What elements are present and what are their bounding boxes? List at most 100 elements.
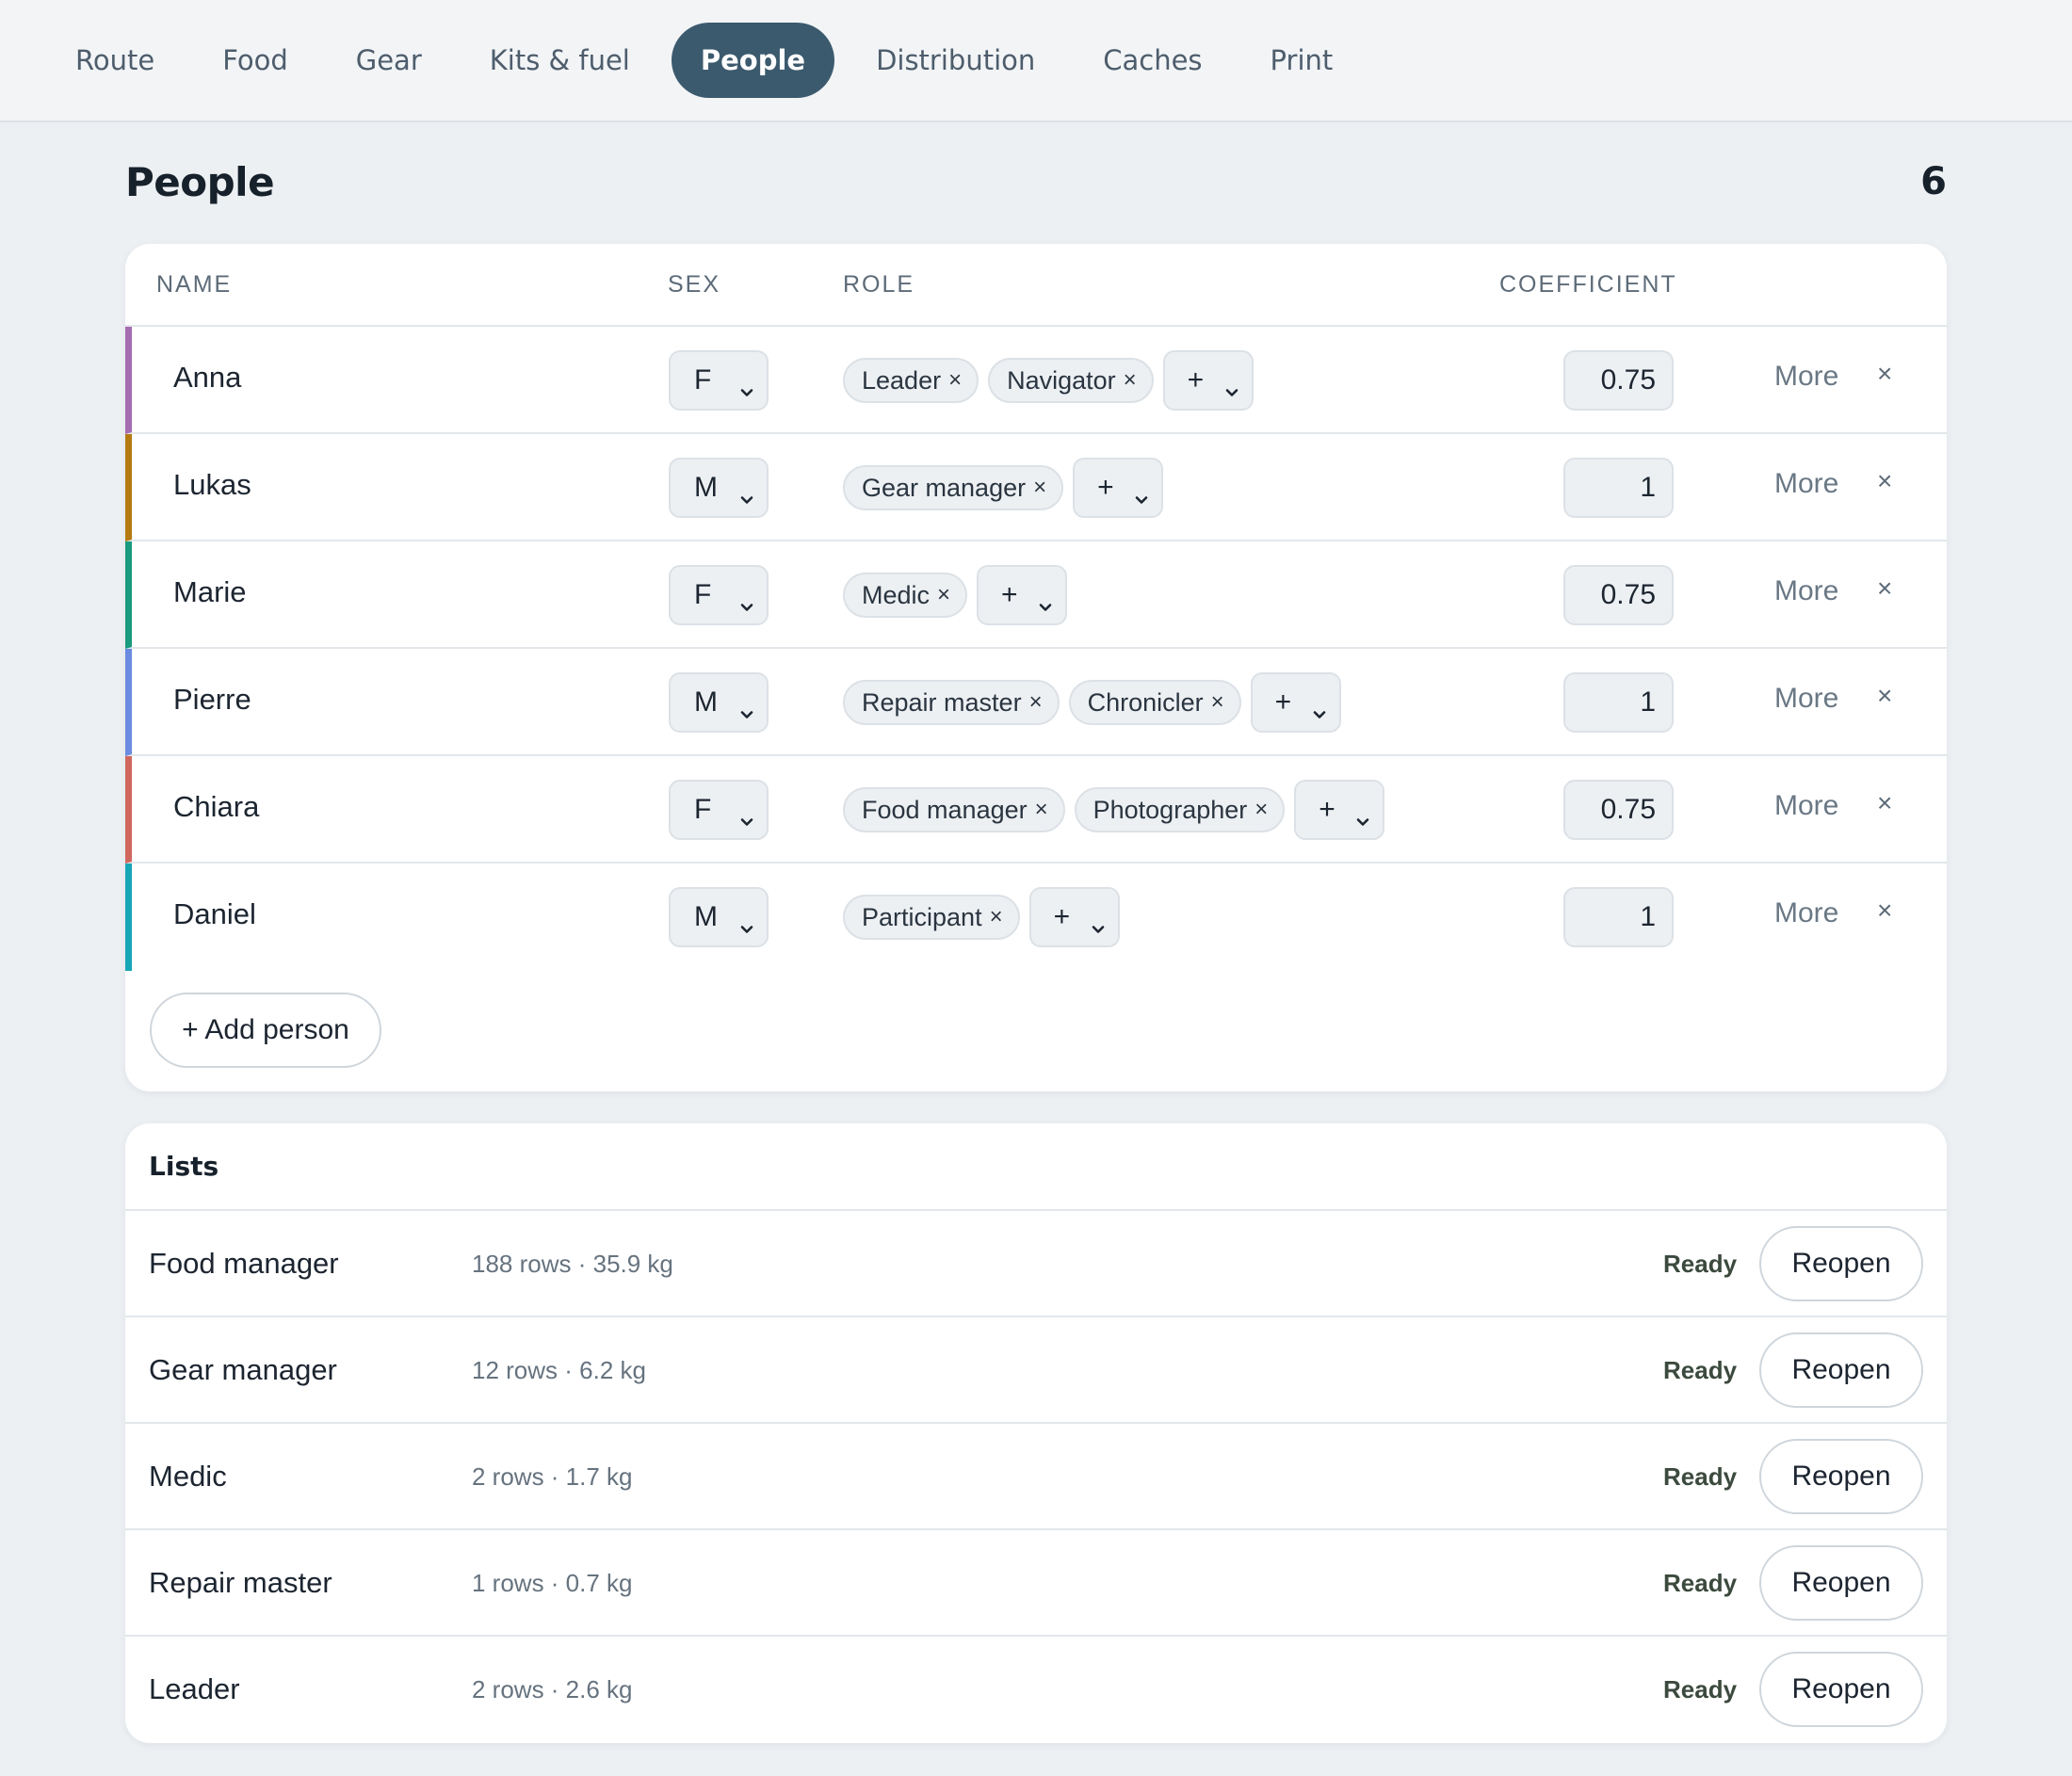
close-icon[interactable]: × [990, 904, 1003, 930]
close-icon[interactable]: × [1029, 689, 1043, 716]
more-button[interactable]: More [1774, 790, 1838, 822]
chevron-down-icon [740, 804, 753, 826]
role-chip[interactable]: Leader × [843, 358, 979, 403]
add-role-select[interactable]: + [977, 565, 1068, 625]
table-row: Anna F Leader × Navigator × +0.75 More × [125, 327, 1947, 434]
table-row: Lukas M Gear manager × +1 More × [125, 434, 1947, 541]
list-name: Gear manager [149, 1353, 337, 1386]
status-badge: Ready [1663, 1250, 1738, 1278]
sex-value: F [694, 794, 712, 825]
reopen-button[interactable]: Reopen [1759, 1545, 1923, 1621]
close-icon[interactable]: × [1035, 797, 1048, 823]
more-button[interactable]: More [1774, 468, 1838, 500]
column-header-sex: SEX [668, 270, 721, 298]
more-button[interactable]: More [1774, 361, 1838, 393]
list-item: Food manager 188 rows · 35.9 kg Ready Reope… [125, 1211, 1947, 1317]
remove-person-icon[interactable]: × [1877, 573, 1892, 604]
list-meta: 2 rows · 2.6 kg [472, 1675, 633, 1703]
list-meta: 188 rows · 35.9 kg [472, 1250, 673, 1278]
list-name: Food manager [149, 1247, 339, 1280]
sex-select[interactable]: F [669, 780, 769, 840]
role-chip-label: Chronicler [1087, 687, 1204, 717]
coefficient-input[interactable]: 0.75 [1563, 350, 1674, 411]
tab-distribution[interactable]: Distribution [850, 23, 1061, 98]
coefficient-input[interactable]: 1 [1563, 672, 1674, 733]
remove-person-icon[interactable]: × [1877, 466, 1892, 496]
sex-select[interactable]: F [669, 350, 769, 411]
person-name: Lukas [173, 468, 251, 501]
sex-value: M [694, 472, 718, 503]
coefficient-value: 0.75 [1600, 794, 1656, 825]
coefficient-input[interactable]: 1 [1563, 458, 1674, 518]
close-icon[interactable]: × [1211, 689, 1224, 716]
tab-food[interactable]: Food [196, 23, 315, 98]
remove-person-icon[interactable]: × [1877, 359, 1892, 389]
sex-select[interactable]: M [669, 887, 769, 947]
person-name: Pierre [173, 683, 251, 716]
close-icon[interactable]: × [1033, 475, 1046, 501]
tab-route[interactable]: Route [49, 23, 181, 98]
more-button[interactable]: More [1774, 897, 1838, 929]
list-name: Medic [149, 1460, 227, 1493]
close-icon[interactable]: × [1255, 797, 1268, 823]
close-icon[interactable]: × [937, 582, 950, 608]
remove-person-icon[interactable]: × [1877, 681, 1892, 711]
add-role-select[interactable]: + [1294, 780, 1385, 840]
plus-icon: + [1053, 901, 1071, 932]
coefficient-value: 0.75 [1600, 364, 1656, 396]
role-chip[interactable]: Navigator × [988, 358, 1154, 403]
people-rows: Anna F Leader × Navigator × +0.75 More × Lukas M Ge… [125, 327, 1947, 971]
chevron-down-icon [1135, 482, 1148, 504]
role-chip-label: Navigator [1007, 365, 1116, 395]
more-button[interactable]: More [1774, 575, 1838, 607]
add-role-select[interactable]: + [1028, 887, 1120, 947]
remove-person-icon[interactable]: × [1877, 896, 1892, 926]
role-chip[interactable]: Repair master × [843, 680, 1060, 725]
role-chip-label: Medic [862, 580, 931, 609]
close-icon[interactable]: × [948, 367, 962, 394]
coefficient-input[interactable]: 0.75 [1563, 565, 1674, 625]
reopen-button[interactable]: Reopen [1759, 1226, 1923, 1301]
role-chip[interactable]: Participant × [843, 895, 1020, 940]
role-chip[interactable]: Medic × [843, 573, 968, 618]
tab-print[interactable]: Print [1244, 23, 1360, 98]
plus-icon: + [1187, 364, 1205, 396]
add-role-select[interactable]: + [1073, 458, 1164, 518]
people-table: NAME SEX ROLE COEFFICIENT Anna F Leader × Na… [125, 244, 1947, 1091]
add-role-select[interactable]: + [1162, 350, 1254, 411]
plus-icon: + [1097, 472, 1114, 503]
column-header-name: NAME [156, 270, 233, 298]
reopen-button[interactable]: Reopen [1759, 1652, 1923, 1727]
tab-caches[interactable]: Caches [1076, 23, 1228, 98]
coefficient-input[interactable]: 1 [1563, 887, 1674, 947]
add-role-select[interactable]: + [1250, 672, 1341, 733]
sex-select[interactable]: F [669, 565, 769, 625]
list-item: Gear manager 12 rows · 6.2 kg Ready Reopen [125, 1317, 1947, 1424]
role-chip[interactable]: Food manager × [843, 787, 1065, 832]
tab-people[interactable]: People [671, 23, 835, 98]
more-button[interactable]: More [1774, 683, 1838, 715]
chevron-down-icon [740, 375, 753, 396]
sex-select[interactable]: M [669, 672, 769, 733]
role-chip[interactable]: Gear manager × [843, 465, 1064, 510]
role-chip-label: Participant [862, 902, 982, 931]
tab-gear[interactable]: Gear [330, 23, 448, 98]
column-header-coefficient: COEFFICIENT [1499, 270, 1677, 298]
tab-kits-fuel[interactable]: Kits & fuel [463, 23, 656, 98]
add-person-button[interactable]: + Add person [150, 993, 381, 1068]
role-chip[interactable]: Photographer × [1074, 787, 1286, 832]
close-icon[interactable]: × [1124, 367, 1137, 394]
reopen-button[interactable]: Reopen [1759, 1439, 1923, 1514]
chevron-down-icon [1039, 589, 1052, 611]
chevron-down-icon [1225, 375, 1238, 396]
coefficient-value: 1 [1640, 901, 1656, 932]
sex-value: F [694, 364, 712, 396]
coefficient-input[interactable]: 0.75 [1563, 780, 1674, 840]
remove-person-icon[interactable]: × [1877, 788, 1892, 818]
reopen-button[interactable]: Reopen [1759, 1332, 1923, 1408]
list-meta: 2 rows · 1.7 kg [472, 1462, 633, 1491]
list-name: Leader [149, 1672, 240, 1705]
role-chip[interactable]: Chronicler × [1068, 680, 1241, 725]
role-chip-label: Leader [862, 365, 942, 395]
sex-select[interactable]: M [669, 458, 769, 518]
